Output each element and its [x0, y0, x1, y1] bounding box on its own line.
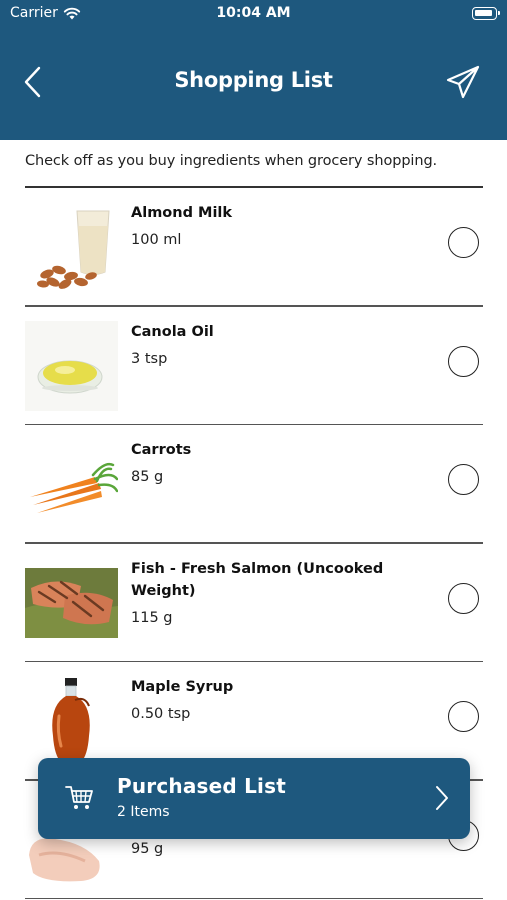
item-quantity: 115 g — [131, 609, 173, 626]
status-time: 10:04 AM — [216, 5, 291, 21]
item-name: Almond Milk — [131, 205, 233, 221]
purchase-checkbox[interactable] — [448, 701, 479, 732]
item-name: Carrots — [131, 442, 192, 458]
item-name: Maple Syrup — [131, 679, 234, 695]
send-icon[interactable] — [445, 64, 481, 100]
list-item: Carrots 85 g — [0, 425, 507, 544]
purchase-checkbox[interactable] — [448, 227, 479, 258]
item-quantity: 95 g — [131, 840, 164, 857]
list-item: Canola Oil 3 tsp — [0, 307, 507, 425]
page-title: Shopping List — [174, 68, 333, 92]
instructions-text: Check off as you buy ingredients when gr… — [25, 153, 438, 169]
salmon-image — [25, 567, 118, 638]
purchased-list-button[interactable]: Purchased List 2 Items — [38, 758, 470, 839]
purchased-list-title: Purchased List — [117, 774, 286, 798]
status-bar: Carrier 10:04 AM — [0, 0, 507, 30]
battery-icon — [472, 7, 500, 20]
divider — [25, 897, 483, 899]
carrots-image — [25, 439, 118, 529]
item-quantity: 85 g — [131, 469, 164, 485]
item-quantity: 100 ml — [131, 232, 182, 248]
purchase-checkbox[interactable] — [448, 345, 479, 377]
list-item: Fish - Fresh Salmon (Uncooked Weight) 11… — [0, 544, 507, 662]
almond-milk-image — [25, 202, 118, 292]
purchase-checkbox[interactable] — [448, 464, 479, 495]
purchased-count: 2 Items — [117, 804, 170, 820]
maple-syrup-image — [25, 676, 118, 766]
app-header: Carrier 10:04 AM Shopping List — [0, 0, 507, 140]
item-quantity: 3 tsp — [131, 350, 168, 367]
chevron-right-icon — [436, 786, 448, 810]
canola-oil-image — [25, 320, 118, 411]
item-name: Canola Oil — [131, 323, 214, 340]
item-quantity: 0.50 tsp — [131, 706, 191, 722]
purchase-checkbox[interactable] — [448, 582, 479, 614]
cart-icon — [65, 786, 93, 809]
list-item: Almond Milk 100 ml — [0, 188, 507, 307]
item-name: Fish - Fresh Salmon (Uncooked Weight) — [131, 560, 384, 599]
